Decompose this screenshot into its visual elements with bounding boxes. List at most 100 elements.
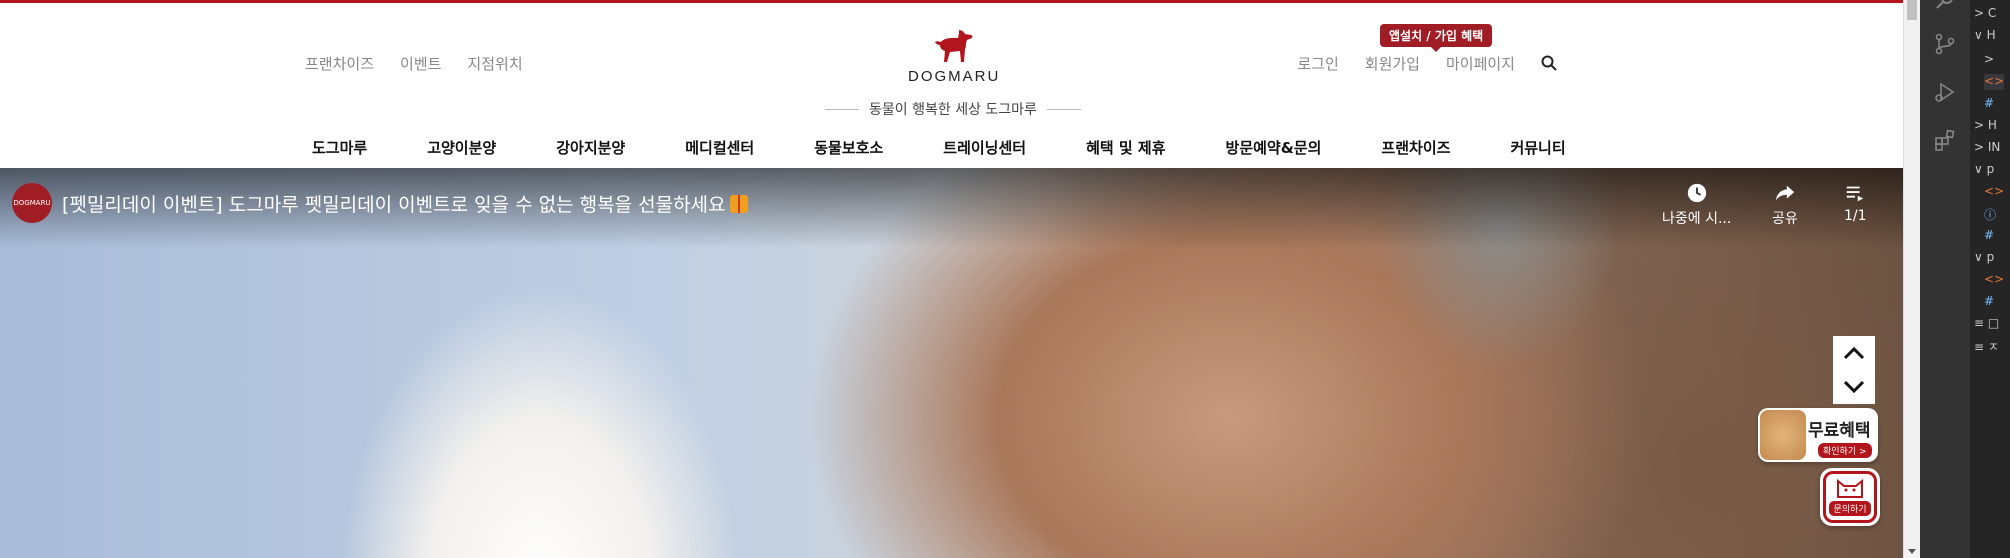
- playlist-label: 1/1: [1844, 208, 1867, 224]
- channel-avatar[interactable]: DOGMARU: [12, 183, 52, 223]
- ide-run-debug-activity[interactable]: [1933, 80, 1959, 106]
- cat-photo: [1760, 410, 1806, 460]
- hash-icon: #: [1984, 96, 1995, 110]
- search-button[interactable]: [1541, 55, 1559, 73]
- top-left-nav: 프랜차이즈 이벤트 지점위치: [305, 53, 523, 74]
- page-scrollbar[interactable]: [1903, 0, 1920, 558]
- chevron-down-icon[interactable]: [1843, 380, 1865, 394]
- ide-extensions-activity[interactable]: [1933, 128, 1959, 154]
- main-nav-training-center[interactable]: 트레이닝센터: [943, 137, 1026, 158]
- share-button[interactable]: 공유: [1772, 182, 1798, 228]
- watch-later-button[interactable]: 나중에 시...: [1662, 182, 1731, 228]
- main-nav-cat-adoption[interactable]: 고양이분양: [427, 137, 496, 158]
- main-nav-animal-shelter[interactable]: 동물보호소: [814, 137, 883, 158]
- nav-franchise-link[interactable]: 프랜차이즈: [305, 53, 374, 74]
- cat-icon: [1837, 478, 1863, 498]
- chevron-up-icon[interactable]: [1843, 346, 1865, 360]
- tree-chevron-icon: ∨: [1974, 250, 1983, 264]
- main-nav-medical-center[interactable]: 메디컬센터: [685, 137, 754, 158]
- video-player[interactable]: DOGMARU [펫밀리데이 이벤트] 도그마루 펫밀리데이 이벤트로 잊을 수…: [0, 168, 1903, 558]
- nav-event-link[interactable]: 이벤트: [400, 53, 441, 74]
- inquiry-button[interactable]: 문의하기: [1820, 468, 1880, 526]
- website-viewport: 프랜차이즈 이벤트 지점위치 DOGMARU 앱설치 / 가입 혜택 동물이 행…: [0, 0, 1903, 558]
- html-element-icon: <>: [1984, 74, 2005, 88]
- tree-chevron-icon: ∨: [1974, 28, 1983, 42]
- hash-icon: #: [1984, 294, 1995, 308]
- tree-row-selected[interactable]: <>: [1984, 74, 2005, 90]
- list-icon: ≡: [1974, 316, 1985, 330]
- share-label: 공유: [1772, 211, 1798, 227]
- main-nav-dog-adoption[interactable]: 강아지분양: [556, 137, 625, 158]
- inquiry-frame: 문의하기: [1823, 471, 1877, 523]
- tagline-text: 동물이 행복한 세상 도그마루: [869, 102, 1037, 118]
- tree-row[interactable]: >: [1984, 52, 1994, 68]
- main-nav-dogmaru[interactable]: 도그마루: [312, 137, 367, 158]
- tree-chevron-icon: ∨: [1974, 162, 1983, 176]
- ide-search-activity[interactable]: [1933, 0, 1959, 18]
- tree-row[interactable]: ∨ p: [1974, 250, 1994, 266]
- search-icon: [1936, 0, 1953, 9]
- top-right-nav: 로그인 회원가입 마이페이지: [1297, 53, 1559, 74]
- main-nav-benefits[interactable]: 혜택 및 제휴: [1086, 137, 1165, 158]
- tree-row[interactable]: #: [1984, 228, 1994, 244]
- video-title[interactable]: [펫밀리데이 이벤트] 도그마루 펫밀리데이 이벤트로 잊을 수 없는 행복을 …: [62, 190, 748, 217]
- list-icon: ≡: [1974, 340, 1985, 354]
- tree-row[interactable]: ≡ ㅈ: [1974, 338, 1999, 354]
- mypage-link[interactable]: 마이페이지: [1446, 53, 1515, 74]
- tree-row[interactable]: #: [1984, 96, 1994, 112]
- main-nav-community[interactable]: 커뮤니티: [1510, 137, 1565, 158]
- tree-row[interactable]: ∨ H: [1974, 28, 1996, 44]
- source-control-icon: [1935, 33, 1955, 55]
- tree-row[interactable]: <>: [1984, 272, 2004, 288]
- tree-row-label: IN: [1987, 140, 2001, 154]
- tree-row-label: C: [1987, 6, 1997, 20]
- main-nav-reservation[interactable]: 방문예약&문의: [1226, 137, 1322, 158]
- tree-row-label: H: [1986, 28, 1996, 42]
- scrollbar-thumb[interactable]: [1907, 0, 1917, 20]
- playlist-icon: [1847, 186, 1864, 202]
- free-benefit-title: 무료혜택: [1808, 421, 1871, 441]
- html-element-icon: <>: [1984, 272, 2005, 286]
- dog-logo-icon: [935, 28, 973, 62]
- main-nav-franchise[interactable]: 프랜차이즈: [1381, 137, 1450, 158]
- tree-chevron-icon: >: [1974, 118, 1985, 132]
- clock-icon: [1687, 183, 1706, 203]
- tree-row[interactable]: > C: [1974, 6, 1996, 22]
- tree-row[interactable]: #: [1984, 294, 1994, 310]
- tree-row[interactable]: ∨ p: [1974, 162, 1994, 178]
- gift-icon: [729, 195, 748, 213]
- tree-row[interactable]: <>: [1984, 184, 2004, 200]
- free-benefit-sub: 확인하기 >: [1818, 443, 1872, 458]
- tagline-line-right: [1046, 108, 1081, 110]
- app-install-badge[interactable]: 앱설치 / 가입 혜택: [1380, 24, 1493, 52]
- nav-location-link[interactable]: 지점위치: [467, 53, 522, 74]
- site-logo[interactable]: DOGMARU: [908, 28, 998, 85]
- tree-row-label: ㅈ: [1987, 340, 1999, 354]
- tree-row-label: □: [1987, 316, 2000, 330]
- search-icon: [1541, 55, 1557, 71]
- tree-row-label: p: [1986, 162, 1995, 176]
- ide-source-control-activity[interactable]: [1933, 32, 1959, 58]
- logo-text: DOGMARU: [908, 68, 1001, 85]
- free-benefit-banner[interactable]: 무료혜택 확인하기 >: [1758, 408, 1878, 462]
- tree-chevron-icon: >: [1974, 6, 1985, 20]
- scroll-down-arrow-icon[interactable]: [1908, 549, 1916, 554]
- tree-row[interactable]: > IN: [1974, 140, 2000, 156]
- video-title-text: [펫밀리데이 이벤트] 도그마루 펫밀리데이 이벤트로 잊을 수 없는 행복을 …: [62, 194, 726, 216]
- signup-link[interactable]: 회원가입: [1365, 53, 1420, 74]
- tree-chevron-icon: >: [1984, 52, 1995, 66]
- html-element-icon: <>: [1984, 184, 2005, 198]
- tagline-line-left: [825, 108, 860, 110]
- share-icon: [1775, 185, 1795, 201]
- tree-row[interactable]: ⓘ: [1984, 206, 1996, 222]
- ide-activity-bar: [1920, 0, 1970, 558]
- tagline: 동물이 행복한 세상 도그마루: [818, 99, 1088, 119]
- tree-row[interactable]: > H: [1974, 118, 1997, 134]
- tree-row[interactable]: ≡ □: [1974, 316, 1999, 332]
- inquiry-label: 문의하기: [1829, 501, 1871, 516]
- tree-chevron-icon: >: [1974, 140, 1985, 154]
- login-link[interactable]: 로그인: [1297, 53, 1338, 74]
- hash-icon: #: [1984, 228, 1995, 242]
- main-nav: 도그마루 고양이분양 강아지분양 메디컬센터 동물보호소 트레이닝센터 혜택 및…: [312, 137, 1566, 158]
- playlist-button[interactable]: 1/1: [1844, 182, 1867, 224]
